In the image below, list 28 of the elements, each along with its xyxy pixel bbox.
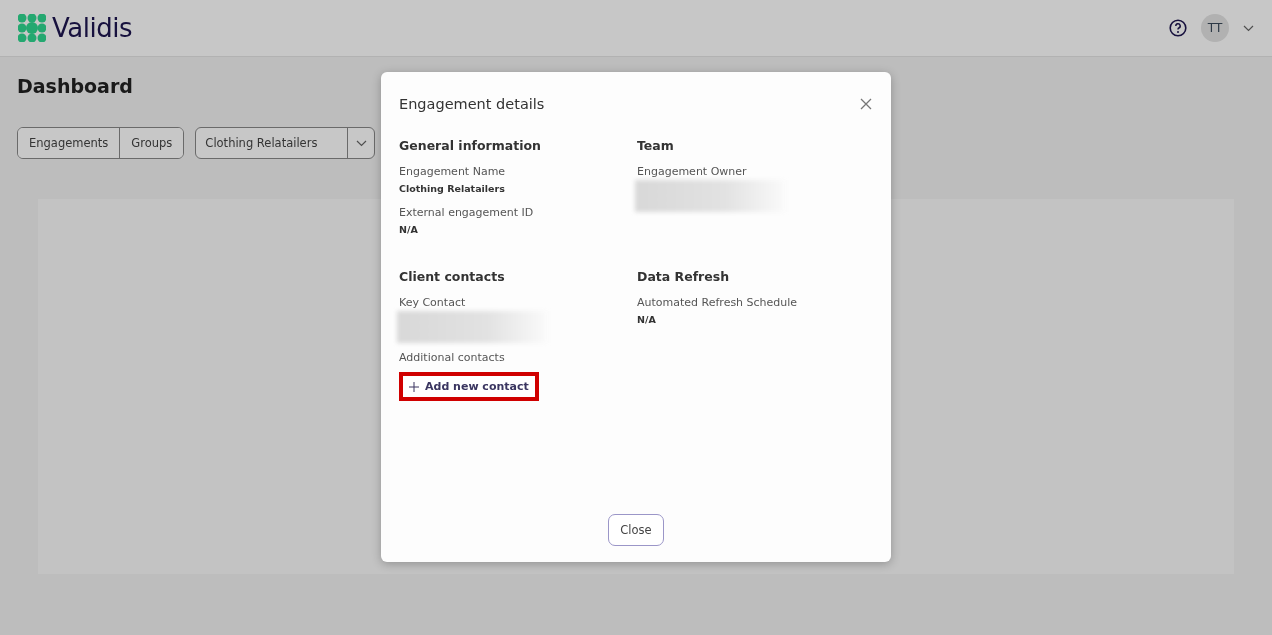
select-value: Clothing Relatailers	[204, 136, 319, 150]
logo-text: Validis	[52, 13, 132, 43]
plus-icon	[409, 381, 419, 392]
section-heading: Data Refresh	[637, 269, 731, 284]
close-button[interactable]: Close	[608, 514, 664, 546]
field-value: Clothing Relatailers	[399, 183, 506, 194]
section-heading: Client contacts	[399, 269, 506, 284]
field-label: Key Contact	[399, 296, 467, 309]
field-value: N/A	[399, 224, 419, 235]
field-value: N/A	[637, 314, 657, 325]
field-label: External engagement ID	[399, 206, 535, 219]
dialog-title: Engagement details	[399, 96, 545, 112]
add-contact-button[interactable]: Add new contact	[399, 372, 539, 401]
help-icon[interactable]	[1169, 19, 1187, 37]
chevron-down-icon	[1243, 24, 1254, 32]
page-title: Dashboard	[17, 75, 134, 97]
user-avatar[interactable]: TT	[1201, 14, 1229, 42]
engagement-select[interactable]: Clothing Relatailers	[195, 127, 376, 159]
section-heading: General information	[399, 138, 542, 153]
chevron-down-icon	[355, 139, 367, 147]
logo-icon	[18, 14, 46, 42]
field-label: Additional contacts	[399, 351, 506, 364]
field-label: Engagement Name	[399, 165, 507, 178]
field-label: Engagement Owner	[637, 165, 748, 178]
close-icon[interactable]	[859, 97, 873, 111]
section-heading: Team	[637, 138, 675, 153]
field-label: Automated Refresh Schedule	[637, 296, 799, 309]
toggle-tab[interactable]: Engagements	[18, 128, 121, 158]
